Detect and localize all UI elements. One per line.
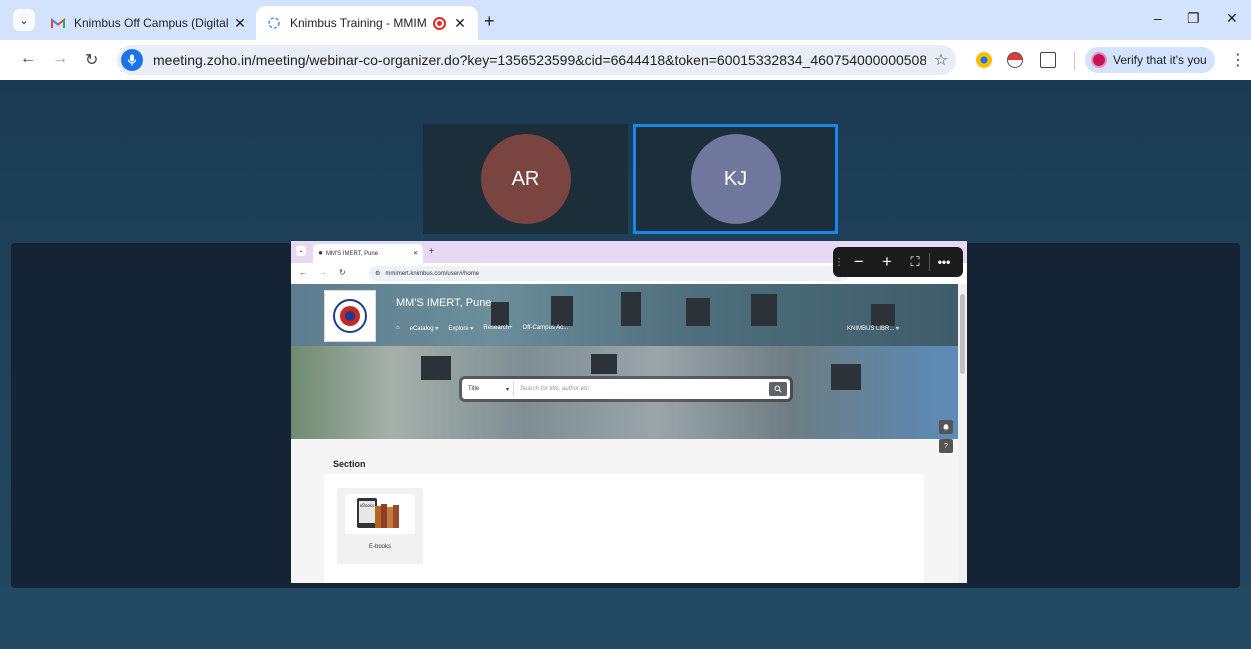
- shared-tab: ✹ MM'S IMERT, Pune ✕: [313, 244, 423, 263]
- institute-logo: [324, 290, 376, 342]
- extension-icon[interactable]: [976, 52, 992, 68]
- meeting-bottom-bar: [0, 588, 1251, 649]
- tab-knimbus-off-campus[interactable]: Knimbus Off Campus (Digital Li ✕: [40, 6, 258, 40]
- bell-icon: [939, 420, 953, 434]
- search-type-select: Title ▾: [464, 381, 514, 397]
- close-window-button[interactable]: ✕: [1226, 10, 1238, 27]
- bookmark-star-icon[interactable]: ☆: [926, 50, 956, 70]
- close-tab-icon[interactable]: ✕: [452, 15, 468, 32]
- site-settings-icon: ⚙: [375, 271, 381, 277]
- section-card: eBooks E-books: [324, 474, 924, 583]
- shared-url: mmimert.knimbus.com/user#/home: [385, 270, 480, 277]
- shared-reload-icon: ↻: [339, 268, 346, 277]
- nav-off-campus: Off-Campus Ac...: [522, 325, 569, 331]
- gmail-icon: [50, 15, 66, 31]
- more-options-button[interactable]: •••: [930, 255, 958, 269]
- verify-label: Verify that it's you: [1113, 53, 1207, 67]
- browser-tab-bar: ⌄ Knimbus Off Campus (Digital Li ✕ Knimb…: [0, 0, 1251, 40]
- participant-avatar: KJ: [690, 134, 781, 224]
- nav-explore: Explore ▾: [448, 326, 474, 332]
- back-icon[interactable]: ←: [20, 50, 36, 68]
- ebooks-card: eBooks E-books: [337, 488, 423, 564]
- site-nav: ⌂ eCatalog ▾ Explore ▾ Research+ Off-Cam…: [396, 325, 568, 332]
- search-type-value: Title: [468, 386, 480, 392]
- shared-new-tab-icon: +: [429, 246, 435, 256]
- ebooks-label: E-books: [368, 544, 391, 550]
- tab-title: Knimbus Off Campus (Digital Li: [74, 16, 232, 30]
- shared-tab-title: MM'S IMERT, Pune: [326, 250, 379, 257]
- toolbar-divider: [1074, 52, 1075, 70]
- nav-research: Research+: [483, 325, 513, 331]
- new-tab-button[interactable]: +: [484, 11, 495, 32]
- shared-tab-menu-icon: ⌄: [296, 246, 306, 256]
- tab-knimbus-training[interactable]: Knimbus Training - MMIMEI ✕: [256, 6, 478, 40]
- browser-menu-icon[interactable]: ⋮: [1230, 50, 1246, 70]
- zoho-meeting-icon: [266, 15, 282, 31]
- shared-screen: ⌄ ✹ MM'S IMERT, Pune ✕ + ← → ↻ ⚙ mmimert…: [291, 241, 967, 583]
- hero-banner: MM'S IMERT, Pune ⌂ eCatalog ▾ Explore ▾ …: [291, 284, 958, 439]
- site-user-menu: KNIMBUS LIBR... ▾: [847, 326, 900, 332]
- tab-search-button[interactable]: ⌄: [13, 9, 35, 31]
- restore-button[interactable]: ❐: [1187, 10, 1200, 27]
- profile-avatar-icon: [1091, 52, 1107, 68]
- fit-screen-button[interactable]: ⛶: [901, 254, 929, 270]
- tab-title: Knimbus Training - MMIMEI: [290, 16, 427, 30]
- zoom-out-button[interactable]: −: [845, 252, 873, 272]
- extensions-puzzle-icon[interactable]: [1040, 52, 1056, 68]
- zoom-controls: ⋮ − + ⛶ •••: [833, 247, 963, 277]
- ebooks-image: eBooks: [345, 494, 415, 534]
- section-heading: Section: [333, 459, 366, 469]
- site-name: MM'S IMERT, Pune: [396, 297, 492, 309]
- shared-forward-icon: →: [319, 268, 327, 277]
- site-search-bar: Title ▾ Search for title, author etc: [462, 379, 790, 399]
- site-search-input: Search for title, author etc: [520, 386, 589, 392]
- participant-tile-ar[interactable]: AR: [423, 124, 628, 234]
- shared-address-bar: ⚙ mmimert.knimbus.com/user#/home: [369, 266, 849, 281]
- pokeball-extension-icon[interactable]: [1007, 52, 1023, 68]
- shared-scrollbar: [958, 284, 967, 583]
- recording-icon: [433, 16, 446, 30]
- drag-handle-icon[interactable]: ⋮: [833, 257, 845, 268]
- verify-profile-button[interactable]: Verify that it's you: [1085, 47, 1215, 73]
- microphone-icon[interactable]: [121, 49, 143, 71]
- url-text: meeting.zoho.in/meeting/webinar-co-organ…: [153, 52, 926, 68]
- help-icon: ?: [939, 439, 953, 453]
- minimize-button[interactable]: –: [1154, 10, 1162, 26]
- search-icon: [769, 382, 787, 396]
- forward-icon[interactable]: →: [52, 50, 68, 68]
- participant-tile-kj[interactable]: KJ: [633, 124, 838, 234]
- close-tab-icon[interactable]: ✕: [232, 15, 248, 32]
- zoom-in-button[interactable]: +: [873, 252, 901, 272]
- shared-back-icon: ←: [299, 268, 307, 277]
- chevron-down-icon: ▾: [505, 386, 509, 393]
- site-favicon-icon: ✹: [318, 251, 324, 257]
- home-icon: ⌂: [396, 325, 400, 331]
- ebooks-image-text: eBooks: [360, 503, 375, 508]
- shared-tab-close-icon: ✕: [412, 251, 418, 257]
- participant-avatar: AR: [480, 134, 571, 224]
- address-bar[interactable]: meeting.zoho.in/meeting/webinar-co-organ…: [117, 45, 956, 75]
- shared-website: MM'S IMERT, Pune ⌂ eCatalog ▾ Explore ▾ …: [291, 284, 958, 583]
- reload-icon[interactable]: ↻: [85, 50, 98, 70]
- browser-toolbar: ← → ↻ meeting.zoho.in/meeting/webinar-co…: [0, 40, 1251, 80]
- nav-ecatalog: eCatalog ▾: [409, 326, 439, 332]
